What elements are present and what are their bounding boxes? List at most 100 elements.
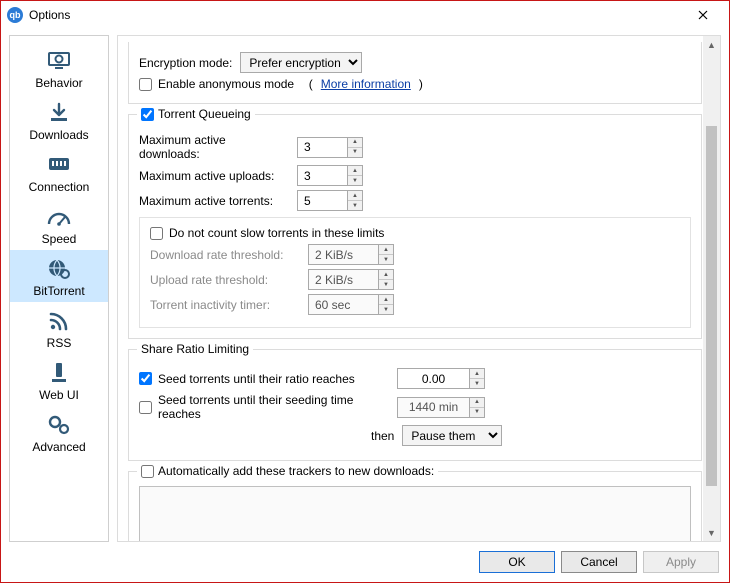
share-ratio-group: Share Ratio Limiting Seed torrents until… [128, 349, 702, 461]
app-icon: qb [7, 7, 23, 23]
then-label: then [371, 429, 394, 443]
inactivity-row: Torrent inactivity timer: ▲▼ [150, 294, 680, 315]
more-info-link[interactable]: More information [321, 77, 411, 91]
inactivity-label: Torrent inactivity timer: [150, 298, 300, 312]
dl-threshold-spin: ▲▼ [308, 244, 394, 265]
share-legend-label: Share Ratio Limiting [141, 342, 249, 356]
sidebar-item-webui[interactable]: Web UI [10, 354, 108, 406]
spin-buttons: ▲▼ [378, 244, 394, 265]
spin-buttons[interactable]: ▲▼ [347, 190, 363, 211]
ratio-checkbox[interactable] [139, 372, 152, 385]
close-button[interactable] [683, 3, 723, 27]
ok-label: OK [508, 555, 525, 569]
slow-checkbox[interactable] [150, 227, 163, 240]
spin-buttons: ▲▼ [469, 397, 485, 418]
sidebar-item-connection[interactable]: Connection [10, 146, 108, 198]
settings-panel: ▲ ▼ Encryption mode: Prefer encryption [117, 35, 721, 542]
max-downloads-input[interactable] [297, 137, 347, 158]
max-uploads-label: Maximum active uploads: [139, 169, 289, 183]
ratio-checkbox-label[interactable]: Seed torrents until their ratio reaches [139, 372, 389, 386]
sidebar-label: Downloads [29, 128, 88, 142]
cancel-button[interactable]: Cancel [561, 551, 637, 573]
max-torrents-label: Maximum active torrents: [139, 194, 289, 208]
share-legend: Share Ratio Limiting [137, 342, 253, 356]
options-window: qb Options Behavior Downloads [0, 0, 730, 583]
sidebar-item-downloads[interactable]: Downloads [10, 94, 108, 146]
close-icon [698, 10, 708, 20]
ratio-input[interactable] [397, 368, 469, 389]
spin-buttons[interactable]: ▲▼ [347, 165, 363, 186]
spin-buttons[interactable]: ▲▼ [469, 368, 485, 389]
inactivity-input [308, 294, 378, 315]
anonymous-row: Enable anonymous mode (More information) [139, 77, 691, 91]
queueing-legend: Torrent Queueing [137, 107, 255, 121]
sidebar-item-behavior[interactable]: Behavior [10, 42, 108, 94]
ratio-spin[interactable]: ▲▼ [397, 368, 485, 389]
slow-checkbox-label[interactable]: Do not count slow torrents in these limi… [150, 226, 680, 240]
ul-threshold-row: Upload rate threshold: ▲▼ [150, 269, 680, 290]
anonymous-checkbox[interactable] [139, 78, 152, 91]
globe-gear-icon [44, 256, 74, 282]
time-input [397, 397, 469, 418]
anonymous-label: Enable anonymous mode [158, 77, 294, 91]
time-checkbox-label[interactable]: Seed torrents until their seeding time r… [139, 393, 389, 421]
encryption-label: Encryption mode: [139, 56, 232, 70]
gear-monitor-icon [44, 48, 74, 74]
encryption-select[interactable]: Prefer encryption [240, 52, 362, 73]
ethernet-icon [44, 152, 74, 178]
ul-threshold-input [308, 269, 378, 290]
ul-threshold-label: Upload rate threshold: [150, 273, 300, 287]
queueing-checkbox[interactable] [141, 108, 154, 121]
ratio-row: Seed torrents until their ratio reaches … [139, 368, 691, 389]
titlebar: qb Options [1, 1, 729, 29]
dl-threshold-input [308, 244, 378, 265]
download-icon [44, 100, 74, 126]
server-icon [44, 360, 74, 386]
sidebar-label: Connection [29, 180, 90, 194]
rss-icon [44, 308, 74, 334]
max-torrents-row: Maximum active torrents: ▲▼ [139, 190, 691, 211]
gears-icon [44, 412, 74, 438]
max-uploads-input[interactable] [297, 165, 347, 186]
max-uploads-row: Maximum active uploads: ▲▼ [139, 165, 691, 186]
dl-threshold-label: Download rate threshold: [150, 248, 300, 262]
sidebar-label: Speed [42, 232, 77, 246]
spin-buttons[interactable]: ▲▼ [347, 137, 363, 158]
sidebar-label: Web UI [39, 388, 79, 402]
sidebar-label: Advanced [32, 440, 85, 454]
sidebar-item-speed[interactable]: Speed [10, 198, 108, 250]
ok-button[interactable]: OK [479, 551, 555, 573]
sidebar-label: Behavior [35, 76, 82, 90]
inactivity-spin: ▲▼ [308, 294, 394, 315]
sidebar: Behavior Downloads Connection Speed [9, 35, 109, 542]
slow-torrents-subgroup: Do not count slow torrents in these limi… [139, 217, 691, 328]
seeding-time-row: Seed torrents until their seeding time r… [139, 393, 691, 421]
sidebar-item-rss[interactable]: RSS [10, 302, 108, 354]
anonymous-checkbox-label[interactable]: Enable anonymous mode [139, 77, 294, 91]
ratio-label: Seed torrents until their ratio reaches [158, 372, 355, 386]
time-checkbox[interactable] [139, 401, 152, 414]
max-downloads-label: Maximum active downloads: [139, 133, 289, 161]
apply-label: Apply [666, 555, 696, 569]
apply-button: Apply [643, 551, 719, 573]
max-torrents-spin[interactable]: ▲▼ [297, 190, 363, 211]
trackers-checkbox[interactable] [141, 465, 154, 478]
trackers-label: Automatically add these trackers to new … [158, 464, 434, 478]
trackers-group: Automatically add these trackers to new … [128, 471, 702, 541]
window-title: Options [29, 8, 683, 22]
max-torrents-input[interactable] [297, 190, 347, 211]
encryption-row: Encryption mode: Prefer encryption [139, 52, 691, 73]
then-action-select[interactable]: Pause them [402, 425, 502, 446]
max-downloads-row: Maximum active downloads: ▲▼ [139, 133, 691, 161]
dl-threshold-row: Download rate threshold: ▲▼ [150, 244, 680, 265]
slow-label: Do not count slow torrents in these limi… [169, 226, 384, 240]
sidebar-item-bittorrent[interactable]: BitTorrent [10, 250, 108, 302]
spin-buttons: ▲▼ [378, 269, 394, 290]
max-downloads-spin[interactable]: ▲▼ [297, 137, 363, 158]
sidebar-item-advanced[interactable]: Advanced [10, 406, 108, 458]
dialog-footer: OK Cancel Apply [1, 542, 729, 582]
queueing-group: Torrent Queueing Maximum active download… [128, 114, 702, 339]
trackers-legend: Automatically add these trackers to new … [137, 464, 438, 478]
max-uploads-spin[interactable]: ▲▼ [297, 165, 363, 186]
privacy-group: Encryption mode: Prefer encryption Enabl… [128, 42, 702, 104]
